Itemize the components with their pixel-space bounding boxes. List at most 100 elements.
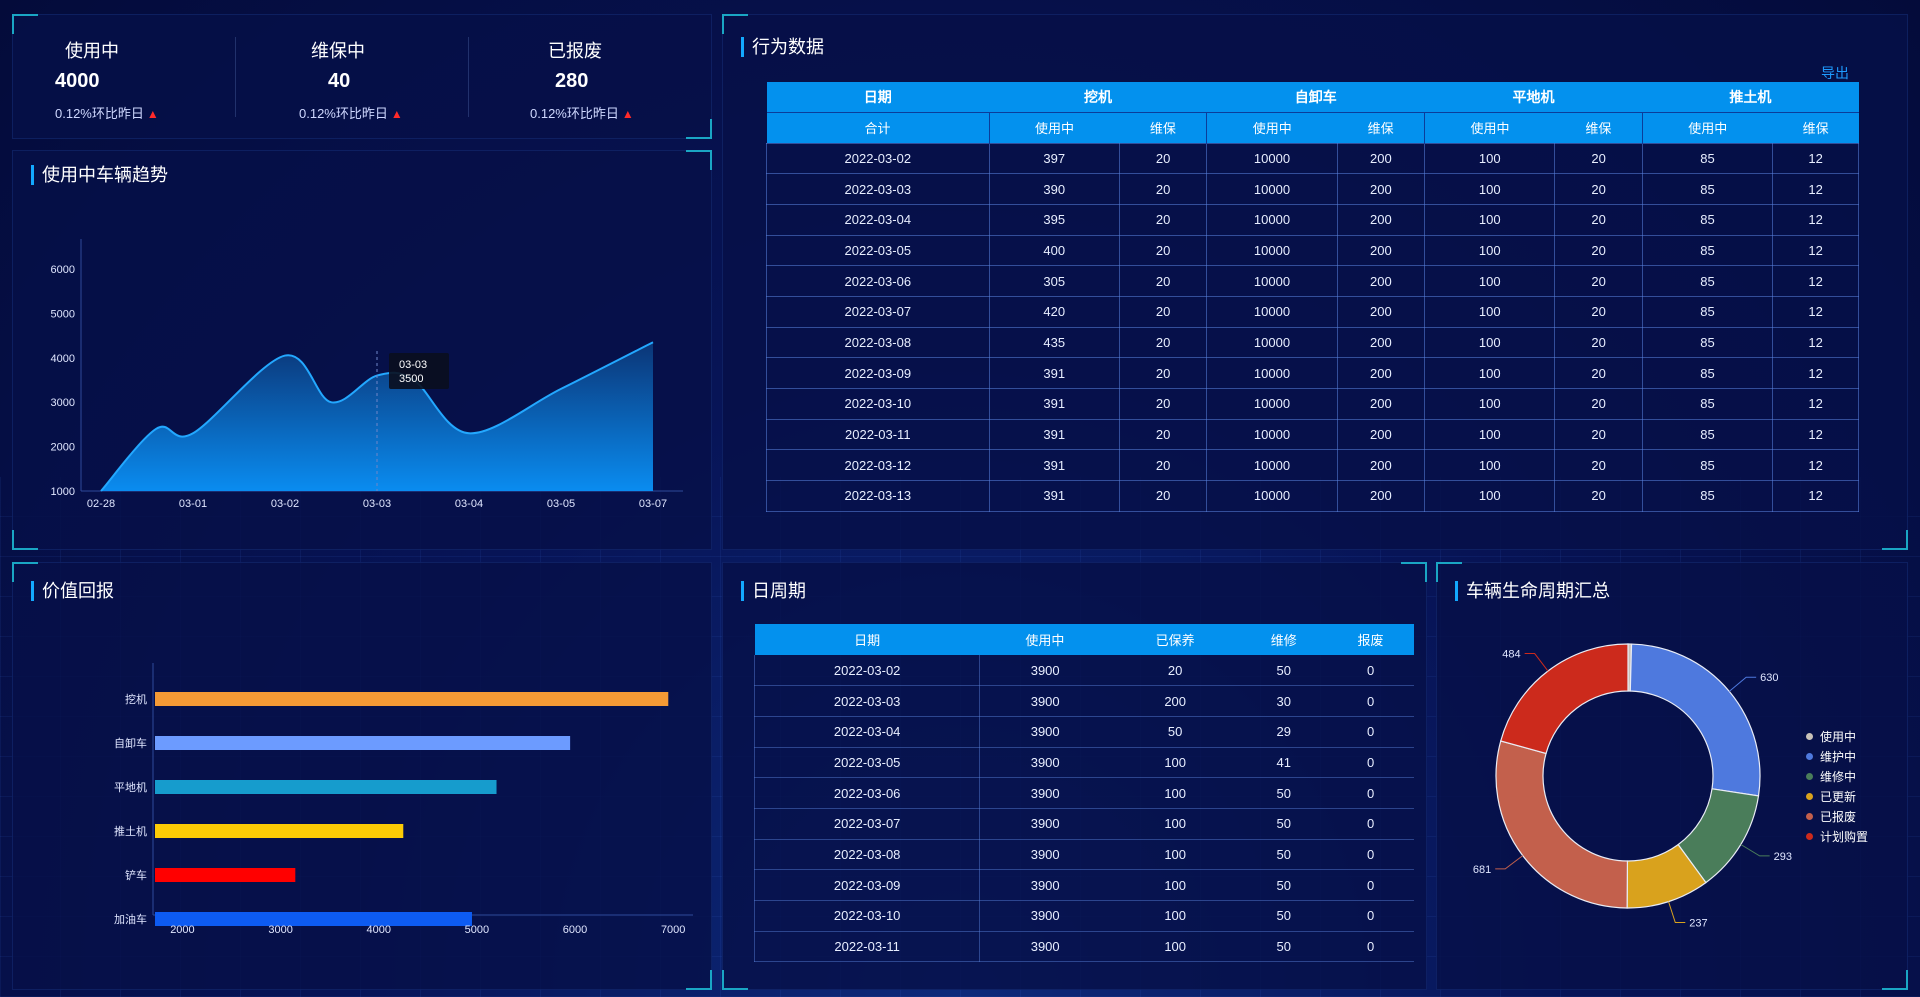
legend-dot-icon <box>1806 732 1813 740</box>
table-cell: 391 <box>988 357 1120 389</box>
table-row: 2022-03-07 420 20 10000 200 100 20 85 12 <box>766 295 1859 328</box>
stat-scrapped: 已报废 280 0.12%环比昨日 ▲ <box>477 15 709 138</box>
table-cell: 0 <box>1327 900 1414 932</box>
x-tick-label: 03-07 <box>639 498 667 510</box>
table-cell: 3900 <box>979 747 1111 779</box>
pie-slice <box>1495 740 1629 909</box>
y-tick-label: 6000 <box>51 264 75 276</box>
daily-table: 日期 使用中 已保养 维修 报废 2022-03-02 3900 20 50 0 2022-03-… <box>753 624 1414 963</box>
table-cell: 200 <box>1336 265 1426 297</box>
pie-label: 237 <box>1689 918 1707 930</box>
stat-label: 使用中 <box>65 41 119 61</box>
table-cell: 10000 <box>1206 234 1338 267</box>
table-cell: 85 <box>1641 203 1774 236</box>
table-cell: 10000 <box>1206 480 1338 512</box>
table-cell: 2022-03-08 <box>766 326 990 359</box>
pie-slice <box>1629 643 1761 797</box>
bar-category-label: 平地机 <box>114 780 147 794</box>
column-sub-header: 维保 <box>1337 111 1425 143</box>
table-cell: 2022-03-13 <box>766 480 990 512</box>
pie-label-line <box>1495 855 1524 870</box>
table-cell: 85 <box>1641 357 1774 389</box>
table-cell: 395 <box>988 203 1120 236</box>
table-cell: 85 <box>1641 449 1774 482</box>
column-sub-header: 使用中 <box>1424 111 1555 143</box>
table-cell: 10000 <box>1206 388 1338 420</box>
table-cell: 100 <box>1424 203 1556 236</box>
table-cell: 391 <box>988 480 1120 512</box>
table-cell: 20 <box>1118 173 1208 205</box>
table-cell: 20 <box>1554 203 1643 236</box>
column-sub-header: 维保 <box>1772 111 1859 143</box>
table-cell: 3900 <box>979 808 1111 840</box>
table-cell: 50 <box>1240 777 1328 809</box>
stat-change: 0.12%环比昨日 ▲ <box>299 106 403 121</box>
table-cell: 2022-03-09 <box>766 357 990 389</box>
legend-dot-icon <box>1806 812 1813 820</box>
table-row: 2022-03-04 3900 50 29 0 <box>753 716 1414 748</box>
table-cell: 12 <box>1772 357 1859 389</box>
legend-item[interactable]: 维修中 <box>1806 766 1868 786</box>
table-cell: 200 <box>1336 295 1426 328</box>
export-link[interactable]: 导出 <box>1821 63 1849 83</box>
table-cell: 12 <box>1772 295 1859 328</box>
bar <box>155 736 571 750</box>
table-cell: 20 <box>1118 265 1208 297</box>
table-cell: 2022-03-04 <box>766 203 990 236</box>
table-cell: 20 <box>1554 173 1643 205</box>
table-cell: 20 <box>1554 234 1643 267</box>
table-cell: 20 <box>1554 357 1643 389</box>
x-tick-label: 7000 <box>661 924 685 936</box>
stat-value: 4000 <box>55 70 100 92</box>
table-cell: 2022-03-02 <box>753 655 981 687</box>
legend-item[interactable]: 使用中 <box>1806 726 1868 746</box>
table-row: 2022-03-07 3900 100 50 0 <box>753 808 1414 840</box>
column-sub-header: 使用中 <box>1641 111 1773 143</box>
behavior-table: 日期 挖机 自卸车 平地机 推土机 合计 使用中 维保 使用中 维保 使用中 维保 使用中 维保 202… <box>766 82 1859 512</box>
table-cell: 200 <box>1336 234 1426 267</box>
table-row: 2022-03-03 3900 200 30 0 <box>753 685 1414 717</box>
table-cell: 0 <box>1327 777 1414 809</box>
table-cell: 100 <box>1110 931 1241 963</box>
column-header: 使用中 <box>979 624 1111 655</box>
legend-item[interactable]: 计划购置 <box>1806 826 1868 846</box>
table-cell: 50 <box>1240 869 1328 901</box>
lifecycle-legend: 使用中 维护中 维修中 已更新 已报废 计划购置 <box>1806 726 1868 846</box>
column-header-total: 合计 <box>766 111 990 143</box>
table-cell: 10000 <box>1206 357 1338 389</box>
table-cell: 12 <box>1772 203 1859 236</box>
table-cell: 2022-03-11 <box>766 418 990 451</box>
table-cell: 2022-03-02 <box>766 142 990 175</box>
table-cell: 100 <box>1424 449 1556 482</box>
table-cell: 0 <box>1327 808 1414 840</box>
stat-maintenance: 维保中 40 0.12%环比昨日 ▲ <box>245 15 477 138</box>
bar-category-label: 自卸车 <box>114 736 147 750</box>
table-cell: 391 <box>988 418 1120 451</box>
table-cell: 10000 <box>1206 326 1338 359</box>
table-cell: 12 <box>1772 449 1859 482</box>
table-cell: 100 <box>1424 418 1556 451</box>
table-cell: 20 <box>1554 449 1643 482</box>
table-cell: 10000 <box>1206 418 1338 451</box>
legend-item[interactable]: 已更新 <box>1806 786 1868 806</box>
table-row: 2022-03-11 391 20 10000 200 100 20 85 12 <box>766 418 1859 451</box>
table-cell: 2022-03-04 <box>753 716 981 748</box>
bar <box>155 692 669 706</box>
table-cell: 200 <box>1336 480 1426 512</box>
table-cell: 435 <box>988 326 1120 359</box>
bar-category-label: 铲车 <box>125 868 147 882</box>
table-cell: 0 <box>1327 869 1414 901</box>
pie-label-line <box>1668 901 1686 924</box>
panel-title: 日周期 <box>741 581 806 601</box>
legend-item[interactable]: 维护中 <box>1806 746 1868 766</box>
column-group-header: 挖机 <box>989 82 1207 112</box>
table-cell: 200 <box>1336 449 1426 482</box>
table-row: 2022-03-08 3900 100 50 0 <box>753 839 1414 871</box>
table-cell: 12 <box>1772 234 1859 267</box>
x-tick-label: 03-05 <box>547 498 575 510</box>
table-cell: 0 <box>1327 716 1414 748</box>
table-cell: 305 <box>988 265 1120 297</box>
legend-item[interactable]: 已报废 <box>1806 806 1868 826</box>
table-cell: 2022-03-03 <box>766 173 990 205</box>
y-tick-label: 2000 <box>51 442 75 454</box>
